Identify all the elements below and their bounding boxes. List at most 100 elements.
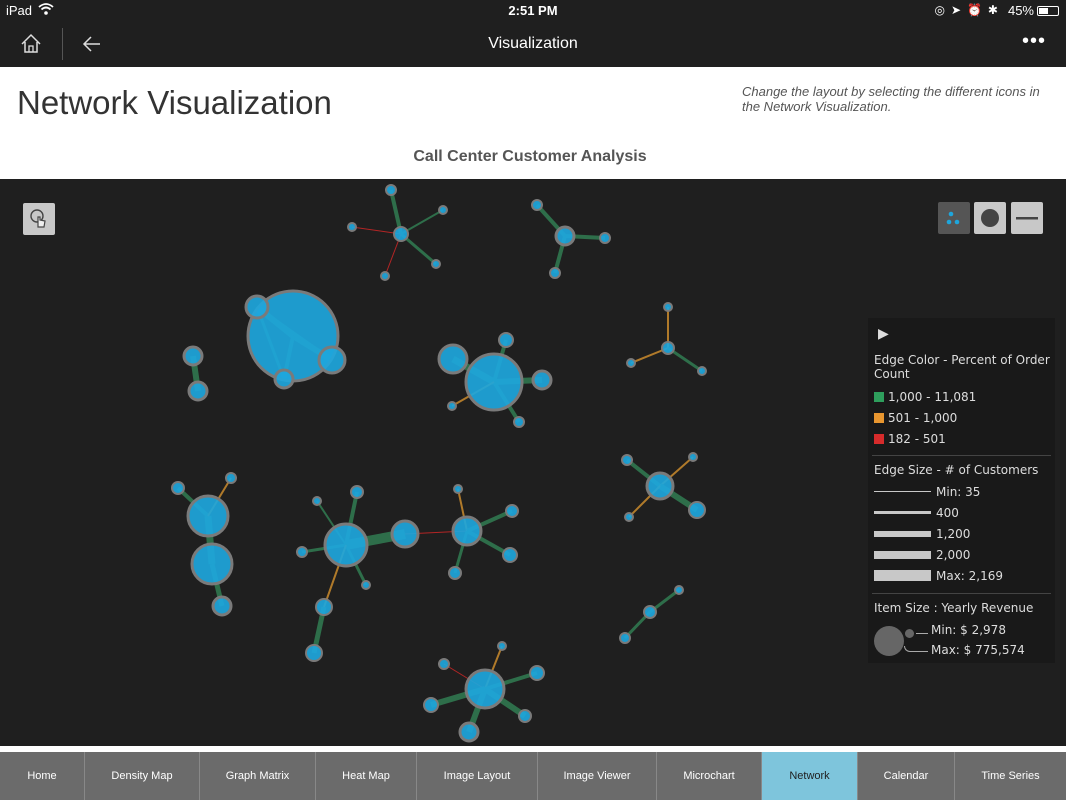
edge-color-label: 1,000 - 11,081: [888, 390, 977, 404]
network-node[interactable]: [502, 547, 518, 563]
network-node[interactable]: [688, 501, 706, 519]
swatch-green: [874, 392, 884, 402]
network-node[interactable]: [393, 226, 409, 242]
network-node[interactable]: [458, 721, 480, 743]
network-node[interactable]: [361, 580, 371, 590]
network-node[interactable]: [619, 632, 631, 644]
network-node[interactable]: [187, 380, 209, 402]
tab-image-viewer[interactable]: Image Viewer: [538, 752, 657, 800]
network-node[interactable]: [438, 658, 450, 670]
network-node[interactable]: [317, 345, 347, 375]
network-node[interactable]: [464, 668, 506, 710]
item-size-max-dot: [874, 626, 904, 656]
network-node[interactable]: [621, 454, 633, 466]
bottom-tab-bar: Home Density Map Graph Matrix Heat Map I…: [0, 746, 1066, 800]
network-node[interactable]: [498, 332, 514, 348]
network-node[interactable]: [305, 644, 323, 662]
edge-color-high: 1,000 - 11,081: [874, 390, 976, 404]
network-node[interactable]: [674, 585, 684, 595]
network-node[interactable]: [688, 452, 698, 462]
network-node[interactable]: [447, 401, 457, 411]
network-node[interactable]: [599, 232, 611, 244]
network-node[interactable]: [186, 494, 230, 538]
nav-bar: Visualization •••: [0, 22, 1066, 67]
tab-image-layout[interactable]: Image Layout: [417, 752, 538, 800]
status-icons: ◎➤⏰✱: [934, 3, 1004, 17]
network-node[interactable]: [554, 225, 576, 247]
network-node[interactable]: [431, 259, 441, 269]
tab-network[interactable]: Network: [762, 752, 858, 800]
network-node[interactable]: [663, 302, 673, 312]
page-title: Network Visualization: [17, 84, 332, 121]
network-node[interactable]: [531, 369, 553, 391]
network-node[interactable]: [626, 358, 636, 368]
swatch-orange: [874, 413, 884, 423]
edge-size-bar: [874, 491, 931, 492]
network-node[interactable]: [182, 345, 204, 367]
network-node[interactable]: [645, 471, 675, 501]
tab-density-map[interactable]: Density Map: [85, 752, 200, 800]
edge-size-label: 1,200: [936, 527, 971, 541]
tab-heat-map[interactable]: Heat Map: [316, 752, 417, 800]
network-node[interactable]: [315, 598, 333, 616]
item-size-min-dot: [905, 629, 914, 638]
network-node[interactable]: [385, 184, 397, 196]
network-node[interactable]: [347, 222, 357, 232]
network-node[interactable]: [296, 546, 308, 558]
tab-graph-matrix[interactable]: Graph Matrix: [200, 752, 316, 800]
network-node[interactable]: [505, 504, 519, 518]
network-node[interactable]: [438, 205, 448, 215]
swatch-red: [874, 434, 884, 444]
tab-calendar[interactable]: Calendar: [858, 752, 955, 800]
network-node[interactable]: [529, 665, 545, 681]
cluster-layout-icon[interactable]: [938, 202, 970, 234]
nav-title: Visualization: [488, 35, 578, 52]
network-canvas[interactable]: ▶ Edge Color - Percent of Order Count 1,…: [0, 179, 1066, 746]
network-node[interactable]: [244, 294, 270, 320]
legend-separator: [872, 455, 1051, 456]
network-node[interactable]: [549, 267, 561, 279]
legend-separator: [872, 593, 1051, 594]
layout-hint: Change the layout by selecting the diffe…: [742, 84, 1040, 114]
network-node[interactable]: [437, 343, 469, 375]
network-node[interactable]: [273, 368, 295, 390]
network-node[interactable]: [211, 595, 233, 617]
edge-color-title: Edge Color - Percent of Order Count: [874, 353, 1050, 381]
network-node[interactable]: [380, 271, 390, 281]
network-node[interactable]: [624, 512, 634, 522]
edge-color-mid: 501 - 1,000: [874, 411, 957, 425]
network-node[interactable]: [697, 366, 707, 376]
pointer-select-icon[interactable]: [23, 203, 55, 235]
network-node[interactable]: [497, 641, 507, 651]
circle-layout-icon[interactable]: [974, 202, 1006, 234]
edge-color-label: 501 - 1,000: [888, 411, 958, 425]
network-node[interactable]: [531, 199, 543, 211]
network-node[interactable]: [350, 485, 364, 499]
network-node[interactable]: [190, 542, 234, 586]
network-node[interactable]: [171, 481, 185, 495]
network-node[interactable]: [451, 515, 483, 547]
tab-time-series[interactable]: Time Series: [955, 752, 1066, 800]
play-icon[interactable]: ▶: [878, 326, 889, 342]
visualization-title: Call Center Customer Analysis: [413, 148, 647, 165]
network-node[interactable]: [643, 605, 657, 619]
linear-layout-icon[interactable]: [1011, 202, 1043, 234]
tab-home[interactable]: Home: [0, 752, 85, 800]
network-node[interactable]: [323, 522, 369, 568]
more-options-icon[interactable]: •••: [1022, 30, 1046, 53]
item-size-max: Max: $ 775,574: [931, 643, 1025, 657]
network-node[interactable]: [464, 352, 524, 412]
network-node[interactable]: [513, 416, 525, 428]
network-node[interactable]: [453, 484, 463, 494]
network-node[interactable]: [448, 566, 462, 580]
tab-microchart[interactable]: Microchart: [657, 752, 762, 800]
network-node[interactable]: [225, 472, 237, 484]
network-node[interactable]: [312, 496, 322, 506]
network-node[interactable]: [661, 341, 675, 355]
edge-size-bar: [874, 570, 931, 581]
edge-size-bar: [874, 511, 931, 514]
network-node[interactable]: [423, 697, 439, 713]
network-node[interactable]: [518, 709, 532, 723]
network-node[interactable]: [390, 519, 420, 549]
edge-color-low: 182 - 501: [874, 432, 946, 446]
